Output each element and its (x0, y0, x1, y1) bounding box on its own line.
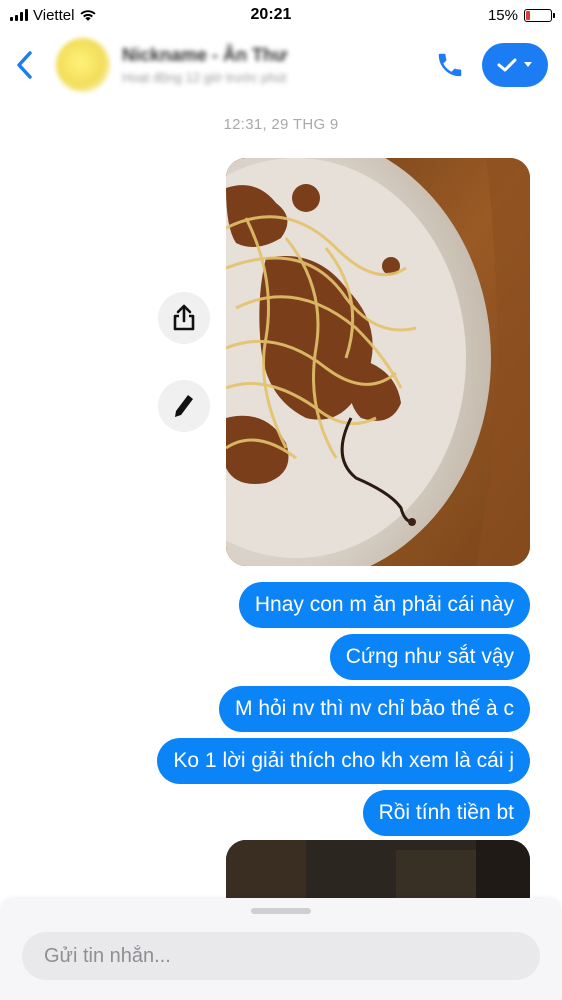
phone-icon (438, 53, 462, 77)
carrier-label: Viettel (33, 6, 75, 24)
message-bubble[interactable]: Cứng như sắt vậy (329, 634, 530, 680)
message-bubble[interactable]: M hỏi nv thì nv chỉ bảo thế à c (219, 686, 530, 732)
status-bar: Viettel 20:21 15% (0, 0, 562, 30)
status-time: 20:21 (250, 6, 292, 23)
chevron-left-icon (17, 51, 32, 79)
battery-percent: 15% (487, 6, 518, 24)
share-icon (173, 304, 195, 331)
avatar[interactable] (56, 38, 110, 92)
message-input[interactable] (22, 932, 540, 980)
share-button[interactable] (158, 292, 210, 344)
drag-handle[interactable] (251, 908, 311, 914)
status-right: 15% (352, 6, 555, 24)
action-dropdown-button[interactable] (482, 43, 548, 87)
edit-button[interactable] (158, 380, 210, 432)
contact-info[interactable]: Nickname - Ân Thư Hoạt động 12 giờ trước… (122, 45, 430, 85)
spaghetti-photo (226, 158, 530, 566)
message-timestamp: 12:31, 29 THG 9 (223, 116, 339, 133)
message-composer (0, 898, 562, 1000)
signal-icon (10, 9, 28, 21)
photo-message[interactable] (226, 158, 530, 566)
contact-status: Hoạt động 12 giờ trước phút (122, 70, 287, 85)
battery-icon (524, 8, 555, 22)
contact-name: Nickname - Ân Thư (122, 45, 288, 65)
chevron-down-icon (524, 62, 532, 67)
battery-level (526, 10, 530, 20)
call-button[interactable] (430, 45, 470, 85)
wifi-icon (80, 10, 97, 21)
chat-header: Nickname - Ân Thư Hoạt động 12 giờ trước… (0, 30, 562, 100)
message-bubble[interactable]: Rồi tính tiền bt (362, 790, 530, 836)
message-bubble[interactable]: Ko 1 lời giải thích cho kh xem là cái j (157, 738, 530, 784)
back-button[interactable] (14, 45, 50, 85)
message-bubble[interactable]: Hnay con m ăn phải cái này (238, 582, 530, 628)
pencil-icon (175, 395, 193, 417)
status-left: Viettel (10, 7, 210, 24)
check-icon (497, 58, 517, 72)
